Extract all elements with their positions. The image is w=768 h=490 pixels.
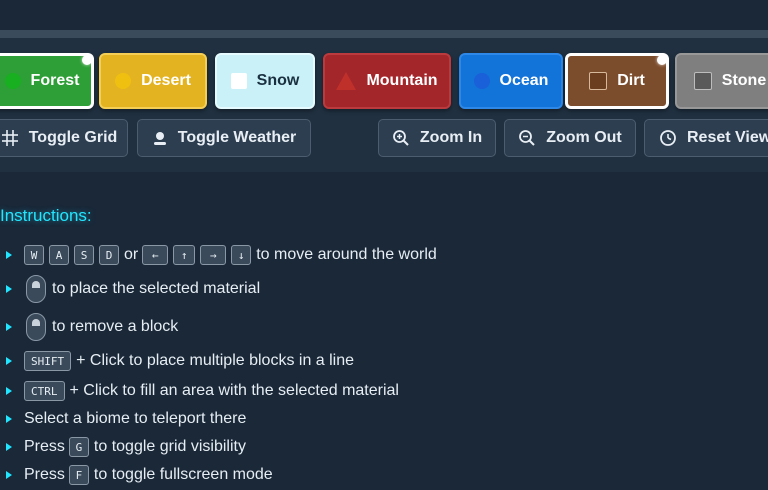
material-label: Snow bbox=[256, 72, 300, 89]
clock-icon bbox=[660, 130, 676, 146]
key-up: ↑ bbox=[173, 245, 196, 265]
material-stone-button[interactable]: Stone bbox=[675, 53, 768, 109]
instruction-ctrl: CTRL + Click to fill an area with the se… bbox=[0, 376, 399, 406]
top-divider bbox=[0, 30, 768, 38]
material-label: Forest bbox=[30, 72, 80, 89]
stone-swatch-icon bbox=[693, 72, 712, 90]
remove-text: to remove a block bbox=[52, 318, 179, 335]
zoom-in-icon bbox=[392, 130, 409, 146]
shift-text: + Click to place multiple blocks in a li… bbox=[76, 352, 355, 369]
press-text: Press bbox=[24, 466, 65, 483]
reset-view-button[interactable]: Reset View bbox=[644, 119, 768, 157]
bullet-icon bbox=[6, 415, 12, 423]
mountain-swatch-icon bbox=[336, 72, 357, 90]
zoom-out-label: Zoom Out bbox=[546, 129, 622, 146]
right-mouse-icon bbox=[26, 313, 46, 341]
key-a: A bbox=[49, 245, 69, 265]
instruction-biome: Select a biome to teleport there bbox=[0, 404, 246, 434]
bullet-icon bbox=[6, 387, 12, 395]
reset-view-label: Reset View bbox=[687, 129, 768, 146]
zoom-out-icon bbox=[519, 130, 535, 146]
key-w: W bbox=[24, 245, 44, 265]
material-dirt-button[interactable]: Dirt bbox=[565, 53, 669, 109]
material-mountain-button[interactable]: Mountain bbox=[323, 53, 451, 109]
zoom-out-button[interactable]: Zoom Out bbox=[504, 119, 636, 157]
instruction-move: W A S D or ← ↑ → ↓ to move around the wo… bbox=[0, 240, 437, 270]
toggle-weather-label: Toggle Weather bbox=[177, 129, 297, 146]
press-text: Press bbox=[24, 438, 65, 455]
ocean-swatch-icon bbox=[473, 73, 490, 89]
bullet-icon bbox=[6, 357, 12, 365]
instruction-remove: to remove a block bbox=[0, 312, 178, 342]
dirt-swatch-icon bbox=[589, 72, 608, 90]
bullet-icon bbox=[6, 251, 12, 259]
selected-indicator bbox=[657, 55, 667, 65]
desert-swatch-icon bbox=[115, 73, 132, 89]
place-text: to place the selected material bbox=[52, 280, 261, 297]
biome-text: Select a biome to teleport there bbox=[24, 410, 247, 427]
snow-swatch-icon bbox=[230, 73, 247, 89]
key-f: F bbox=[68, 465, 89, 485]
bullet-icon bbox=[6, 471, 12, 479]
material-desert-button[interactable]: Desert bbox=[99, 53, 207, 109]
selected-indicator bbox=[82, 55, 92, 65]
or-text: or bbox=[124, 246, 139, 263]
weather-icon bbox=[153, 132, 166, 145]
key-ctrl: CTRL bbox=[24, 381, 65, 401]
move-text: to move around the world bbox=[256, 246, 437, 263]
material-label: Stone bbox=[721, 72, 767, 89]
ctrl-text: + Click to fill an area with the selecte… bbox=[69, 382, 399, 399]
zoom-in-button[interactable]: Zoom In bbox=[378, 119, 496, 157]
forest-swatch-icon bbox=[4, 73, 21, 89]
material-forest-button[interactable]: Forest bbox=[0, 53, 94, 109]
key-s: S bbox=[74, 245, 94, 265]
key-left: ← bbox=[142, 245, 169, 265]
key-d: D bbox=[99, 245, 119, 265]
bullet-icon bbox=[6, 285, 12, 293]
material-label: Mountain bbox=[366, 72, 438, 89]
key-down: ↓ bbox=[231, 245, 252, 265]
material-snow-button[interactable]: Snow bbox=[215, 53, 315, 109]
zoom-in-label: Zoom In bbox=[419, 129, 483, 146]
key-g: G bbox=[68, 437, 89, 457]
bullet-icon bbox=[6, 323, 12, 331]
toggle-grid-label: Toggle Grid bbox=[28, 129, 118, 146]
instruction-shift: SHIFT + Click to place multiple blocks i… bbox=[0, 346, 354, 376]
material-label: Desert bbox=[141, 72, 191, 89]
grid-icon bbox=[1, 130, 18, 146]
toggle-weather-button[interactable]: Toggle Weather bbox=[137, 119, 311, 157]
material-label: Ocean bbox=[499, 72, 549, 89]
material-label: Dirt bbox=[617, 72, 645, 89]
instruction-grid: Press G to toggle grid visibility bbox=[0, 432, 246, 462]
left-mouse-icon bbox=[26, 275, 46, 303]
grid-text: to toggle grid visibility bbox=[93, 438, 246, 455]
toggle-grid-button[interactable]: Toggle Grid bbox=[0, 119, 128, 157]
material-ocean-button[interactable]: Ocean bbox=[459, 53, 563, 109]
top-bar bbox=[0, 0, 768, 30]
bullet-icon bbox=[6, 443, 12, 451]
key-right: → bbox=[200, 245, 227, 265]
instruction-place: to place the selected material bbox=[0, 274, 260, 304]
instructions-title: Instructions: bbox=[0, 206, 92, 225]
fullscreen-text: to toggle fullscreen mode bbox=[93, 466, 273, 483]
instruction-fullscreen: Press F to toggle fullscreen mode bbox=[0, 460, 273, 490]
key-shift: SHIFT bbox=[24, 351, 72, 371]
